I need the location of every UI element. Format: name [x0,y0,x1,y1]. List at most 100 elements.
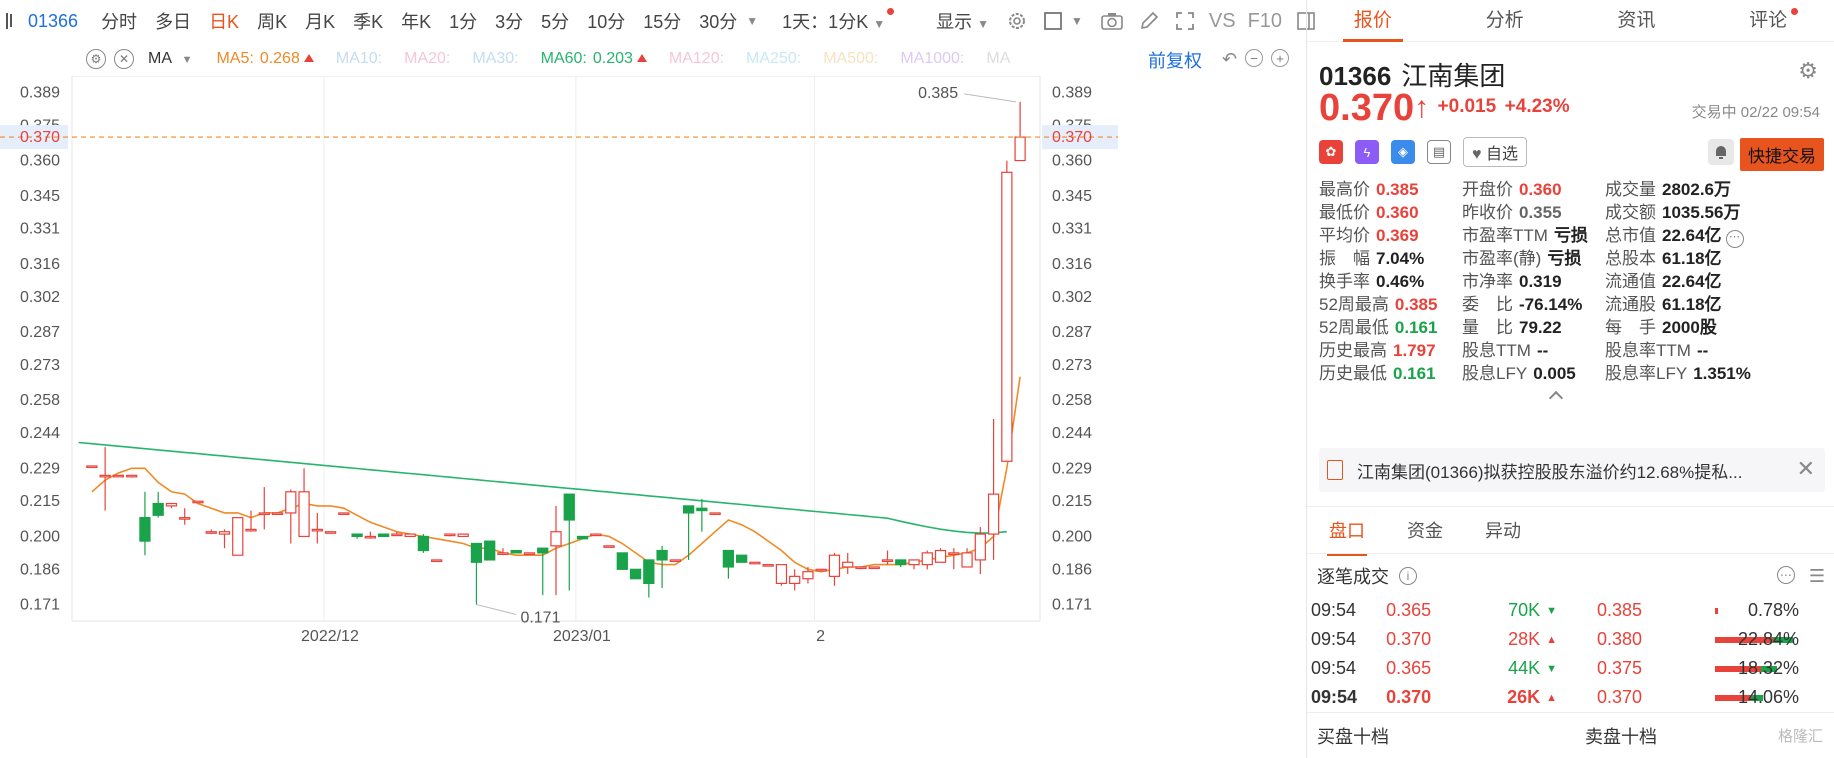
panel-tab[interactable]: 资讯 [1571,0,1703,41]
stock-header: 01366 江南集团 ⚙ [1307,42,1834,91]
quick-trade-button[interactable]: 快捷交易 [1740,138,1824,171]
max-pointer [964,93,1017,103]
panel-tab-label: 报价 [1353,10,1392,31]
vs-compare-button[interactable]: VS [1203,10,1242,33]
panel-tab[interactable]: 分析 [1439,0,1571,41]
close-icon[interactable]: ✕ [114,49,134,69]
period-tab[interactable]: 分时 [92,8,146,34]
candle-body [258,512,270,516]
candle-body [179,517,191,520]
y-tick-label-left: 0.331 [20,221,60,238]
news-title[interactable]: 江南集团(01366)拟获控股股东溢价约12.68%提私... [1357,458,1742,483]
list-icon[interactable]: ☰ [1809,566,1825,587]
y-tick-label-right: 0.287 [1052,324,1092,341]
lightning-icon[interactable]: ϟ [1355,140,1379,164]
tag-icon[interactable]: ◈ [1391,140,1415,164]
display-label: 显示 [936,12,973,32]
zoom-out-icon[interactable]: − [1245,49,1264,67]
stat-value: 0.355 [1519,203,1562,222]
stat-value: 61.18亿 [1662,295,1722,314]
period-tab[interactable]: 月K [296,8,344,34]
ma-selector-label: MA [148,50,172,67]
close-icon[interactable]: ✕ [1797,456,1815,482]
sell-ten-label[interactable]: 卖盘十档 [1585,723,1657,749]
kline-svg[interactable]: 0.3890.3890.3750.3750.3600.3600.3450.345… [0,76,1305,758]
bell-icon[interactable] [1708,139,1734,165]
multi-day-minute-label: 1天：1分K [782,12,869,32]
candle-body [311,528,323,532]
undo-icon[interactable]: ↶ [1222,49,1237,70]
period-tab[interactable]: 5分 [532,8,578,34]
kline-chart[interactable]: 0.3890.3890.3750.3750.3600.3600.3450.345… [0,76,1305,758]
panel-tab[interactable]: 评论 [1702,0,1834,41]
ma-selector[interactable]: MA ▼ [148,50,192,68]
news-banner[interactable]: 江南集团(01366)拟获控股股东溢价约12.68%提私... ✕ [1319,448,1825,492]
period-tab[interactable]: 年K [392,8,440,34]
period-tab[interactable]: 30分 [690,8,746,34]
stat-value: 亏损 [1547,249,1582,268]
candle-body [709,512,721,516]
trades-tools: ⋯ ☰ [1776,566,1825,587]
y-tick-label-left: 0.258 [20,392,60,409]
draw-rect-icon[interactable] [1043,10,1063,32]
candle-body [338,512,350,516]
stat-item: 市盈率(静) 亏损 [1462,244,1581,269]
sidebar-toggle-icon[interactable] [6,13,12,29]
stats-grid: 最高价 0.385 开盘价 0.360 成交量 2802.6万 最低价 0.360 昨收价 0.3… [1307,171,1834,411]
stat-item: 量 比 79.22 [1462,313,1562,338]
stock-code[interactable]: 01366 [18,11,92,32]
trade-row: 09:54 0.365 70K ▼ [1307,596,1557,625]
depth-pct: 22.84% [1737,629,1799,649]
gear-icon[interactable]: ⚙ [1798,58,1818,84]
f10-button[interactable]: F10 [1242,10,1288,33]
stat-label: 总市值 [1605,226,1656,245]
more-icon[interactable]: ⋯ [1725,230,1744,248]
chevron-down-icon[interactable]: ▼ [746,14,758,28]
candle-body [139,517,151,542]
x-axis-label: 2023/01 [553,628,611,645]
market-sub-tab[interactable]: 盘口 [1327,517,1367,556]
period-tab[interactable]: 15分 [634,8,690,34]
depth-bar [1715,608,1718,614]
market-sub-tab[interactable]: 异动 [1485,517,1521,543]
period-tab[interactable]: 周K [248,8,296,34]
period-tab[interactable]: 3分 [486,8,532,34]
y-tick-label-left: 0.186 [20,561,60,578]
indicator-settings-icon[interactable]: ⚙ [86,49,106,69]
info-icon[interactable]: i [1399,567,1417,585]
note-icon[interactable]: ▤ [1427,140,1451,164]
stat-label: 平均价 [1319,226,1370,245]
add-watchlist-button[interactable]: ♥ 自选 [1463,137,1527,167]
market-sub-tab[interactable]: 资金 [1407,517,1443,543]
y-tick-label-right: 0.273 [1052,357,1092,374]
y-tick-label-right: 0.258 [1052,392,1092,409]
period-tab[interactable]: 日K [200,8,248,34]
stat-value: 0.005 [1533,364,1576,383]
panel-tab[interactable]: 报价 [1307,0,1439,42]
display-select[interactable]: 显示 ▼ [926,8,999,34]
fullscreen-icon[interactable] [1175,10,1195,32]
more-icon[interactable]: ⋯ [1776,566,1795,584]
period-tab[interactable]: 10分 [578,8,634,34]
ma-label: MA20: [404,50,451,67]
ma-value: MA5: 0.268 [216,50,314,68]
gear-icon[interactable] [1007,10,1027,32]
ma-value: MA30: [472,50,518,68]
period-tab[interactable]: 多日 [146,8,200,34]
period-tab[interactable]: 1分 [440,8,486,34]
period-tab[interactable]: 季K [344,8,392,34]
candle-body [643,559,655,585]
camera-icon[interactable] [1101,10,1123,32]
depth-price: 0.375 [1597,658,1643,678]
hk-flower-icon[interactable]: ✿ [1319,140,1343,164]
depth-row: 0.375 18.32% [1557,654,1834,683]
adjust-select[interactable]: 前复权 [1148,47,1202,73]
y-tick-label-left: 0.302 [20,289,60,306]
chevron-down-icon[interactable]: ▼ [1071,14,1083,28]
zoom-in-icon[interactable]: + [1271,49,1290,67]
pencil-icon[interactable] [1139,10,1159,32]
stat-label: 成交量 [1605,180,1656,199]
multi-day-minute-select[interactable]: 1天：1分K ▼ [772,8,904,34]
buy-ten-label[interactable]: 买盘十档 [1317,723,1389,749]
collapse-caret-icon[interactable] [1548,390,1564,406]
